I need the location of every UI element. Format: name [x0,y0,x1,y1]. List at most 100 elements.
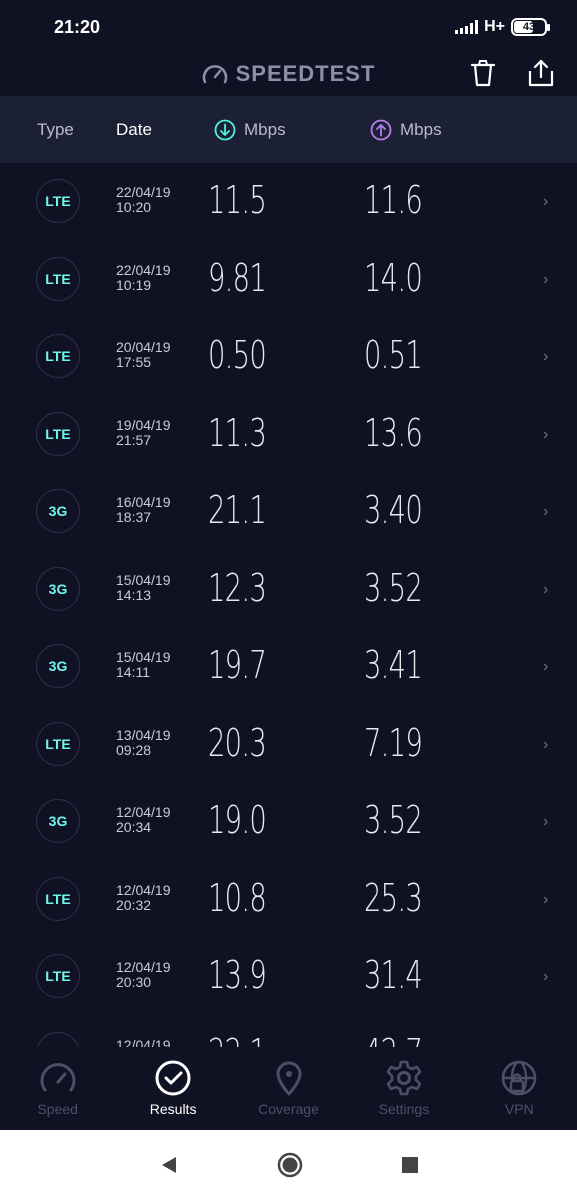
result-datetime: 15/04/19 14:11 [116,650,171,680]
signal-icon [455,20,479,34]
result-date: 22/04/19 [116,184,171,200]
result-date: 12/04/19 [116,1036,171,1047]
chevron-right-icon: › [543,503,549,520]
upload-speed: 0.51 [364,333,423,377]
download-speed: 20.3 [208,720,267,765]
speedtest-logo: SPEEDTEST [202,61,376,87]
home-icon[interactable] [276,1151,304,1179]
nav-settings-label: Settings [378,1101,430,1117]
recents-icon[interactable] [400,1155,420,1175]
result-datetime: 12/04/19 20:30 [116,960,171,990]
gear-icon [386,1060,422,1096]
connection-type-badge: LTE [36,954,80,998]
connection-type-badge: LTE [36,179,80,223]
trash-icon[interactable] [468,58,498,88]
download-speed: 13.9 [208,953,267,997]
result-date: 16/04/19 [116,494,171,510]
map-pin-icon [276,1061,302,1096]
result-row[interactable]: LTE 12/04/19 20:30 13.9 31.4 › [0,938,577,1016]
result-time: 14:11 [116,664,150,680]
connection-type-badge: LTE [36,1031,80,1047]
nav-settings[interactable]: Settings [346,1047,461,1130]
column-header: Type Date Mbps Mbps [0,96,577,163]
result-datetime: 12/04/19 20:34 [116,805,171,835]
system-nav-bar [0,1130,577,1200]
result-date: 12/04/19 [116,804,171,820]
result-row[interactable]: 3G 15/04/19 14:11 19.7 3.41 › [0,628,577,706]
battery-level: 43 [522,21,536,33]
column-upload[interactable]: Mbps [370,119,442,141]
result-row[interactable]: LTE 19/04/19 21:57 11.3 13.6 › [0,396,577,474]
result-date: 15/04/19 [116,649,171,665]
result-row[interactable]: LTE 22/04/19 10:19 9.81 14.0 › [0,241,577,319]
result-time: 20:32 [116,896,152,913]
connection-type-badge: LTE [36,334,80,378]
result-row[interactable]: 3G 15/04/19 14:13 12.3 3.52 › [0,551,577,629]
result-row[interactable]: 3G 16/04/19 18:37 21.1 3.40 › [0,473,577,551]
nav-coverage[interactable]: Coverage [231,1047,346,1130]
connection-type-badge: LTE [36,256,80,301]
result-time: 18:37 [116,509,152,525]
app-title: SPEEDTEST [235,61,376,86]
download-speed: 11.3 [208,410,267,455]
upload-speed: 42.7 [364,1031,423,1048]
chevron-right-icon: › [543,348,549,365]
result-time: 20:34 [116,819,152,835]
upload-speed: 13.6 [364,410,423,455]
upload-speed: 3.52 [364,565,423,610]
results-list[interactable]: LTE 22/04/19 10:20 11.5 11.6 › LTE 22/04/19 10:… [0,163,577,1047]
download-speed: 10.8 [208,875,267,920]
column-type[interactable]: Type [37,120,74,140]
upload-arrow-icon [370,119,392,140]
result-date: 13/04/19 [116,726,171,743]
column-download[interactable]: Mbps [214,119,286,141]
result-time: 20:30 [116,974,152,990]
status-icons: H+ 43 [455,18,550,36]
result-row[interactable]: LTE 12/04/19 20:32 10.8 25.3 › [0,861,577,939]
download-speed: 9.81 [208,255,267,300]
speedometer-icon [40,1063,76,1092]
back-icon[interactable] [158,1154,180,1176]
result-datetime: 13/04/19 09:28 [116,726,171,758]
share-icon[interactable] [526,58,556,88]
result-row[interactable]: 3G 12/04/19 20:34 19.0 3.52 › [0,783,577,861]
column-date[interactable]: Date [116,120,152,140]
result-datetime: 19/04/19 21:57 [116,417,171,448]
chevron-right-icon: › [543,813,549,830]
connection-type-badge: LTE [36,721,80,766]
app-header: SPEEDTEST [0,54,577,94]
result-row[interactable]: LTE12/04/1922.142.7› [0,1016,577,1048]
result-date: 12/04/19 [116,881,171,898]
connection-type-badge: LTE [36,411,80,456]
result-date: 22/04/19 [116,261,171,278]
status-bar: 21:20 H+ 43 [0,0,577,54]
result-row[interactable]: LTE 22/04/19 10:20 11.5 11.6 › [0,163,577,241]
download-speed: 22.1 [208,1031,267,1048]
upload-speed: 31.4 [364,953,423,997]
result-time: 14:13 [116,586,152,603]
result-row[interactable]: LTE 20/04/19 17:55 0.50 0.51 › [0,318,577,396]
connection-type-badge: LTE [36,876,80,921]
result-datetime: 16/04/19 18:37 [116,495,171,525]
upload-speed: 25.3 [364,875,423,920]
result-time: 10:20 [116,199,152,215]
nav-speed[interactable]: Speed [0,1047,115,1130]
result-datetime: 15/04/19 14:13 [116,572,171,603]
result-datetime: 12/04/19 [116,1036,171,1047]
nav-results[interactable]: Results [115,1047,230,1130]
chevron-right-icon: › [543,968,549,985]
upload-speed: 3.40 [364,488,423,532]
download-speed: 0.50 [208,333,267,377]
connection-type-badge: 3G [36,566,80,611]
result-row[interactable]: LTE 13/04/19 09:28 20.3 7.19 › [0,706,577,784]
result-time: 09:28 [116,741,152,758]
upload-unit: Mbps [400,119,442,139]
check-circle-icon [155,1060,191,1096]
battery-icon: 43 [511,18,550,36]
nav-speed-label: Speed [37,1101,78,1117]
bottom-nav: Speed Results Coverage Settings VPN [0,1047,577,1130]
result-date: 20/04/19 [116,339,171,355]
nav-vpn[interactable]: VPN [462,1047,577,1130]
connection-type-badge: 3G [36,799,80,843]
chevron-right-icon: › [543,580,549,598]
